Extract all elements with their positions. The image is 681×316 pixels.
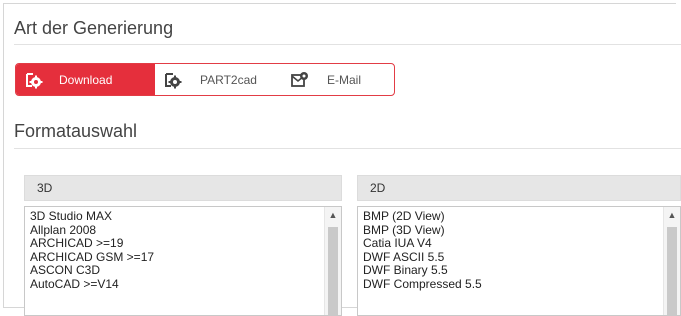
- part2cad-option-button[interactable]: PART2cad: [155, 64, 282, 95]
- download-option-button[interactable]: Download: [16, 64, 155, 95]
- format-2d-item[interactable]: Catia IUA V4: [363, 237, 680, 251]
- format-3d-item[interactable]: 3D Studio MAX: [30, 209, 341, 224]
- format-3d-list[interactable]: 3D Studio MAX Allplan 2008 ARCHICAD >=19…: [24, 206, 342, 316]
- email-option-button[interactable]: E-Mail: [282, 64, 394, 95]
- format-2d-list[interactable]: BMP (2D View) BMP (3D View) Catia IUA V4…: [357, 206, 681, 316]
- format-3d-item[interactable]: ARCHICAD >=19: [30, 237, 341, 251]
- format-2d-scrollbar[interactable]: ▲: [663, 207, 680, 315]
- download-option-label: Download: [59, 72, 113, 87]
- format-2d-item[interactable]: DWF Compressed 5.5: [363, 277, 680, 292]
- format-2d-item[interactable]: DWF Binary 5.5: [363, 264, 680, 278]
- format-divider: [14, 148, 681, 149]
- scrollbar-thumb[interactable]: [328, 227, 338, 315]
- generation-divider: [14, 44, 681, 45]
- format-2d-item[interactable]: BMP (3D View): [363, 223, 680, 238]
- format-3d-item[interactable]: Allplan 2008: [30, 223, 341, 238]
- scroll-up-arrow-icon[interactable]: ▲: [325, 210, 341, 220]
- email-option-label: E-Mail: [327, 72, 362, 87]
- download-gear-icon: [26, 72, 43, 88]
- format-3d-item[interactable]: ARCHICAD GSM >=17: [30, 250, 341, 265]
- format-3d-scrollbar[interactable]: ▲: [324, 207, 341, 315]
- scroll-up-arrow-icon[interactable]: ▲: [664, 210, 680, 220]
- format-2d-item[interactable]: BMP (2D View): [363, 209, 680, 224]
- part2cad-gear-icon: [165, 72, 182, 88]
- format-3d-item[interactable]: ASCON C3D: [30, 264, 341, 278]
- generation-type-selector: Download PART2cad E-Mail: [15, 63, 395, 96]
- format-2d-item[interactable]: DWF ASCII 5.5: [363, 250, 680, 265]
- format-3d-item[interactable]: AutoCAD >=V14: [30, 277, 341, 292]
- scrollbar-thumb[interactable]: [667, 227, 677, 315]
- generation-type-title: Art der Generierung: [14, 18, 174, 38]
- format-3d-header: 3D: [24, 175, 342, 201]
- email-gear-icon: [291, 71, 308, 87]
- format-selection-title: Formatauswahl: [14, 121, 138, 141]
- part2cad-option-label: PART2cad: [200, 72, 257, 87]
- format-2d-header: 2D: [357, 175, 681, 201]
